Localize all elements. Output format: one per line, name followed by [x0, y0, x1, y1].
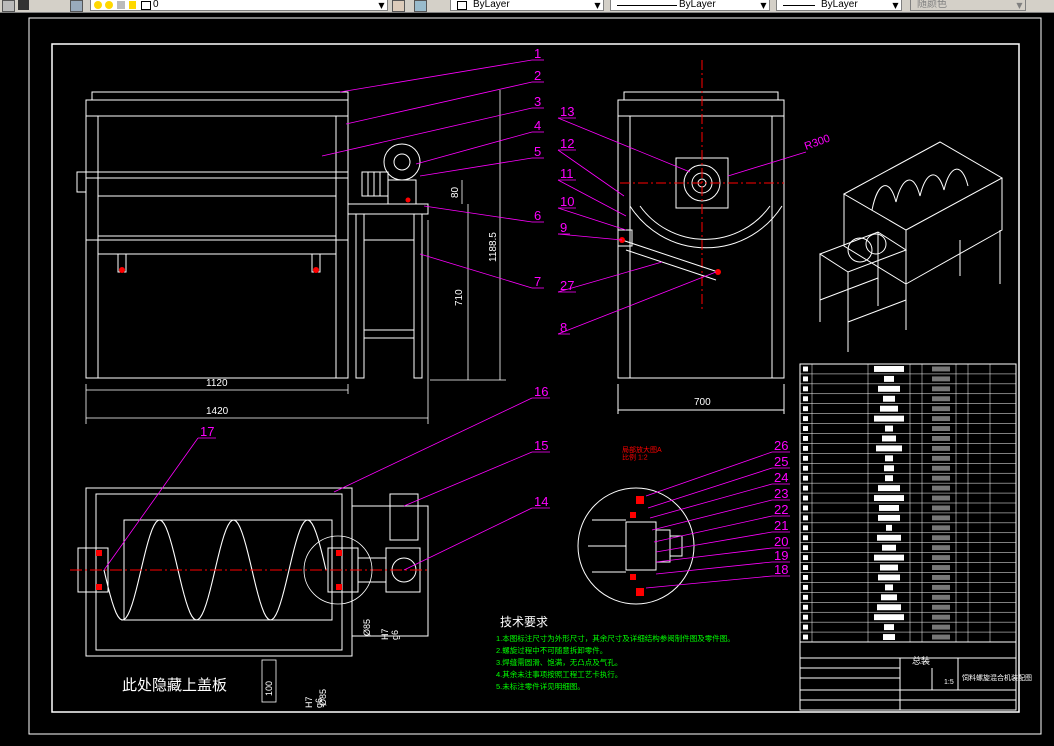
parts-list	[799, 363, 1017, 643]
balloon-17: 17	[200, 424, 214, 439]
dim-1188-5: 1188.5	[488, 232, 499, 262]
dim-h7g6-a: H7g6	[380, 628, 400, 640]
plotstyle-value: 随颜色	[917, 0, 947, 10]
bulb-icon	[94, 1, 102, 9]
balloon-11: 11	[560, 166, 574, 181]
balloon-7: 7	[534, 274, 541, 289]
linetype-sample	[617, 5, 677, 6]
notes-title: 技术要求	[500, 615, 548, 629]
detail-a-red-marks	[630, 496, 644, 596]
dim-85-a: Ø85	[362, 619, 372, 636]
balloon-6: 6	[534, 208, 541, 223]
note-item: 3.焊缝需圆滑、饱满，无凸点及气孔。	[496, 657, 622, 667]
balloon-13: 13	[560, 104, 574, 119]
notes-list: 1.本图标注尺寸为外形尺寸，其余尺寸及详细结构参阅制件图及零件图。 2.螺旋过程中…	[496, 633, 735, 691]
front-view	[76, 91, 429, 379]
scale-cell: 1:5	[944, 679, 954, 686]
balloon-9: 9	[560, 220, 567, 235]
detail-a-parts	[588, 519, 683, 573]
balloon-22: 22	[774, 502, 788, 517]
front-dim-lines	[85, 90, 506, 424]
hidden-cover-note: 此处隐藏上盖板	[122, 676, 227, 694]
balloon-25: 25	[774, 454, 788, 469]
dim-1420: 1420	[206, 406, 229, 417]
balloon-5: 5	[534, 144, 541, 159]
balloon-20: 20	[774, 534, 788, 549]
drawing-title: 饲料螺旋混合机装配图	[962, 673, 1032, 682]
title-project: 总装	[912, 655, 930, 666]
balloon-8: 8	[560, 320, 567, 335]
viewport-freeze-icon	[117, 1, 125, 9]
lineweight-value: ByLayer	[821, 0, 858, 10]
lineweight-sample	[783, 5, 815, 6]
balloon-19: 19	[774, 548, 788, 563]
balloon-23: 23	[774, 486, 788, 501]
layer-color-swatch	[141, 1, 151, 10]
balloon-15: 15	[534, 438, 548, 453]
layer-states-icon[interactable]	[70, 0, 83, 12]
dim-700: 700	[694, 397, 711, 408]
note-item: 5.未标注零件详见明细图。	[496, 681, 585, 691]
layer-dropdown[interactable]: 0 ▼	[90, 0, 388, 11]
color-value: ByLayer	[473, 0, 510, 10]
balloon-2: 2	[534, 68, 541, 83]
sun-icon	[105, 1, 113, 9]
dim-80: 80	[450, 186, 461, 198]
layer-value: 0	[153, 0, 159, 10]
cad-drawing: 1120 1420 1188.5 710 80 700 R300 H7g6 Ø8…	[28, 17, 1042, 735]
r300-leader	[727, 151, 807, 177]
make-object-layer-current-icon[interactable]	[392, 0, 405, 12]
linetype-value: ByLayer	[679, 0, 716, 10]
lock-icon	[129, 1, 136, 9]
chevron-down-icon[interactable]: ▼	[593, 1, 602, 10]
layer-previous-icon[interactable]	[18, 0, 29, 10]
dim-710: 710	[454, 289, 465, 306]
chevron-down-icon[interactable]: ▼	[377, 1, 386, 10]
color-dropdown[interactable]: ByLayer ▼	[450, 0, 604, 11]
balloon-14: 14	[534, 494, 548, 509]
dim-r300: R300	[803, 133, 832, 153]
balloon-26: 26	[774, 438, 788, 453]
chevron-down-icon[interactable]: ▼	[759, 1, 768, 10]
balloon-1: 1	[534, 46, 541, 61]
layer-manager-icon[interactable]	[2, 0, 15, 12]
plotstyle-dropdown[interactable]: 随颜色 ▼	[910, 0, 1026, 11]
lineweight-dropdown[interactable]: ByLayer ▼	[776, 0, 902, 11]
balloon-4: 4	[534, 118, 541, 133]
note-item: 2.螺旋过程中不可随意拆卸零件。	[496, 645, 607, 655]
note-item: 1.本图标注尺寸为外形尺寸，其余尺寸及详细结构参阅制件图及零件图。	[496, 633, 735, 643]
balloon-10: 10	[560, 194, 574, 209]
balloon-3: 3	[534, 94, 541, 109]
front-view-red-marks	[119, 197, 411, 273]
dim-85-b: Ø85	[318, 689, 328, 706]
note-item: 4.其余未注事项按照工程工艺卡执行。	[496, 669, 622, 679]
balloon-16: 16	[534, 384, 548, 399]
linetype-dropdown[interactable]: ByLayer ▼	[610, 0, 770, 11]
layer-previous-icon[interactable]	[414, 0, 427, 12]
balloon-24: 24	[774, 470, 788, 485]
discharge-valve	[617, 229, 719, 281]
detail-a-label: 局部放大图A 比例 1:2	[622, 445, 662, 462]
side-view	[617, 91, 785, 414]
part-balloons: 1234567131211109278171615142625242322212…	[103, 46, 790, 589]
isometric-view	[818, 141, 1004, 352]
balloon-27: 27	[560, 278, 574, 293]
dim-1120: 1120	[206, 378, 228, 389]
color-swatch	[457, 1, 467, 10]
balloon-18: 18	[774, 562, 788, 577]
balloon-21: 21	[774, 518, 788, 533]
drawing-canvas[interactable]: 1120 1420 1188.5 710 80 700 R300 H7g6 Ø8…	[0, 12, 1054, 742]
chevron-down-icon[interactable]: ▼	[1015, 1, 1024, 10]
chevron-down-icon[interactable]: ▼	[891, 1, 900, 10]
dim-100: 100	[264, 681, 274, 696]
balloon-12: 12	[560, 136, 574, 151]
